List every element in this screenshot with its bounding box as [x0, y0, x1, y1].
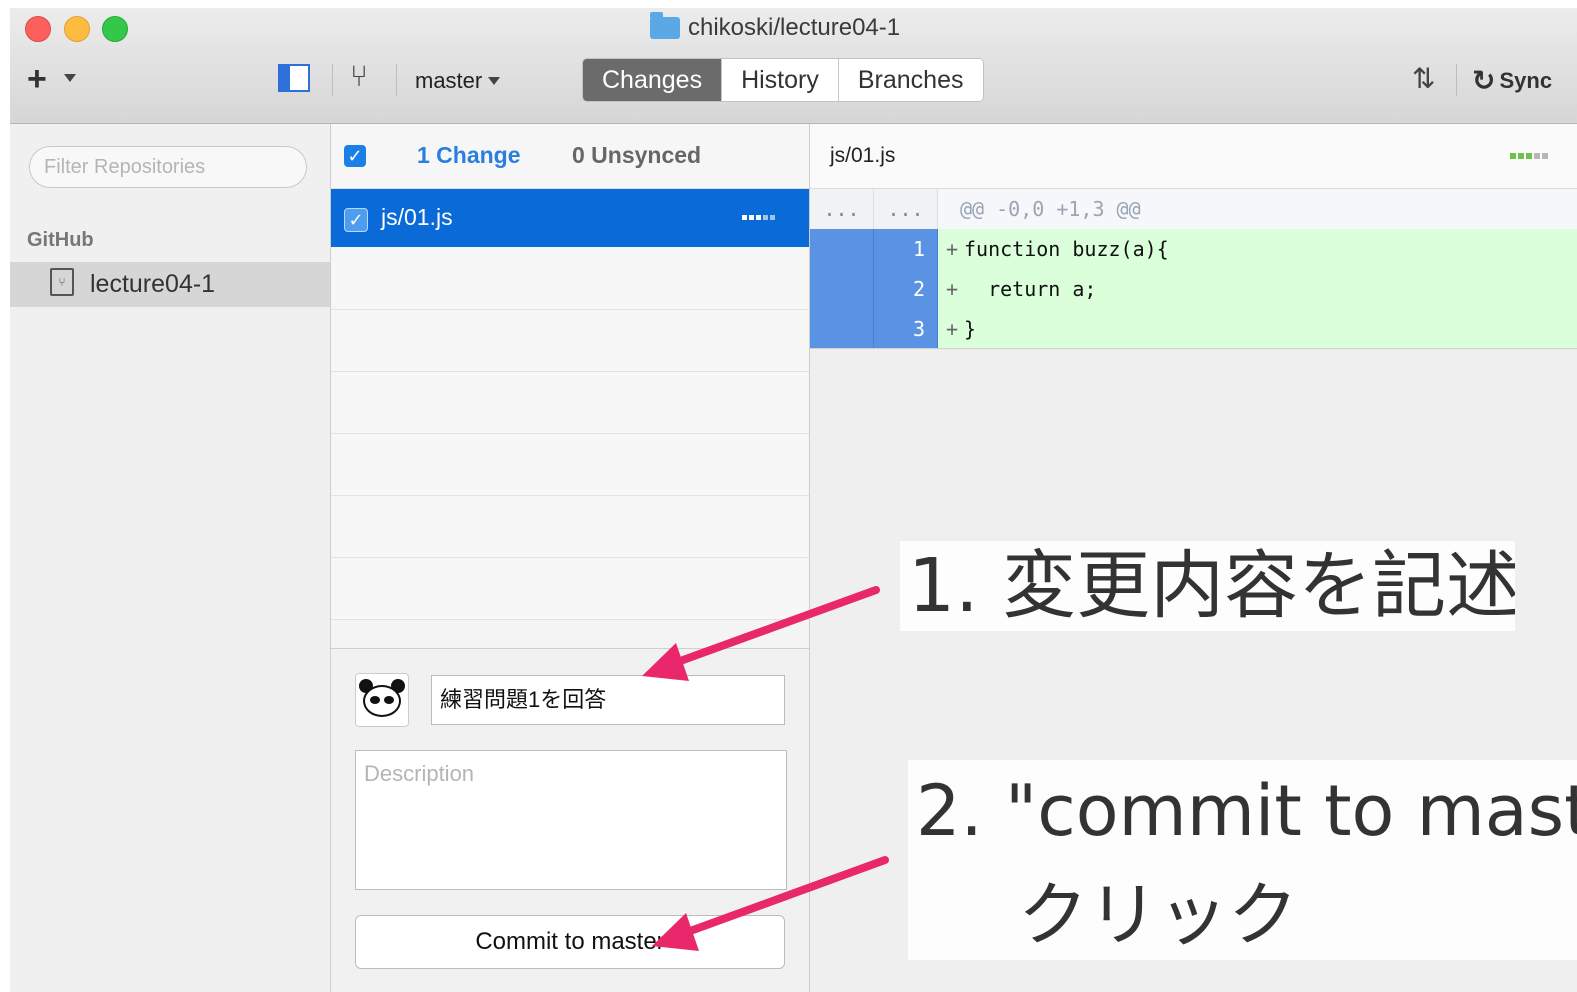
filter-repositories-input[interactable]: Filter Repositories: [29, 146, 307, 188]
diff-table: ... ... @@ -0,0 +1,3 @@ 1 + function buzz…: [810, 189, 1577, 349]
panda-eye: [370, 696, 380, 704]
file-checkbox[interactable]: ✓: [344, 208, 368, 232]
sync-icon: ↻: [1472, 65, 1496, 96]
diff-line-content: + function buzz(a){: [938, 229, 1577, 269]
annotation-step-2-line-1: 2. "commit to maste: [916, 770, 1577, 852]
commit-description-input[interactable]: Description: [355, 750, 787, 890]
chevron-down-icon: [488, 77, 501, 85]
diff-divider: [810, 348, 1577, 349]
new-line-number: 3: [874, 309, 938, 349]
empty-row: [331, 496, 809, 558]
new-line-number: 1: [874, 229, 938, 269]
diff-line[interactable]: 1 + function buzz(a){: [810, 229, 1577, 269]
changed-file-name: js/01.js: [381, 204, 453, 230]
diff-line[interactable]: 3 +}: [810, 309, 1577, 349]
old-line-gutter: ...: [810, 189, 874, 229]
repo-icon: ⑂: [50, 268, 74, 296]
create-branch-icon[interactable]: ⑂: [350, 60, 368, 94]
close-window-button[interactable]: [25, 16, 51, 42]
window-title: chikoski/lecture04-1: [650, 12, 901, 42]
panda-eye: [384, 696, 394, 704]
annotation-step-1: 1. 変更内容を記述: [900, 541, 1515, 631]
empty-row: [331, 434, 809, 496]
hunk-header-row: ... ... @@ -0,0 +1,3 @@: [810, 189, 1577, 229]
changes-count[interactable]: 1 Change: [417, 142, 521, 169]
new-line-number: 2: [874, 269, 938, 309]
toolbar-divider: [1456, 64, 1457, 96]
old-line-number: [810, 269, 874, 309]
diff-line-content: +}: [938, 309, 1577, 349]
commit-button[interactable]: Commit to master: [355, 915, 785, 969]
chevron-down-icon[interactable]: [64, 74, 76, 82]
view-tabs: Changes History Branches: [582, 58, 984, 102]
toolbar-divider: [396, 64, 397, 96]
minimize-window-button[interactable]: [64, 16, 90, 42]
empty-row: [331, 310, 809, 372]
branch-selector[interactable]: master: [415, 68, 501, 94]
diff-line[interactable]: 2 + return a;: [810, 269, 1577, 309]
repo-name: lecture04-1: [90, 270, 216, 298]
added-marker: +: [946, 317, 959, 341]
maximize-window-button[interactable]: [102, 16, 128, 42]
pull-request-icon[interactable]: ⇅: [1412, 62, 1435, 95]
code-text: function buzz(a){: [964, 237, 1169, 261]
commit-form: 練習問題1を回答 Description Commit to master: [331, 648, 809, 992]
old-line-number: [810, 229, 874, 269]
select-all-checkbox[interactable]: ✓: [344, 145, 366, 167]
changes-header: ✓ 1 Change 0 Unsynced: [331, 124, 809, 189]
tab-history[interactable]: History: [722, 59, 839, 101]
diff-line-content: + return a;: [938, 269, 1577, 309]
hunk-header: @@ -0,0 +1,3 @@: [960, 197, 1141, 221]
branch-name: master: [415, 68, 483, 93]
empty-row: [331, 372, 809, 434]
panda-face: [363, 685, 401, 717]
diff-stat-indicator: [742, 215, 775, 220]
sync-button[interactable]: ↻ Sync: [1472, 64, 1552, 97]
diff-header: js/01.js: [810, 124, 1577, 189]
toolbar-divider: [332, 64, 333, 96]
avatar: [355, 673, 409, 727]
sidebar-item-lecture04-1[interactable]: ⑂ lecture04-1: [10, 262, 330, 307]
annotation-step-2: 2. "commit to maste クリック: [908, 760, 1577, 960]
new-line-gutter: ...: [874, 189, 938, 229]
sidebar-section-github: GitHub: [27, 229, 94, 251]
tab-changes[interactable]: Changes: [583, 59, 723, 101]
diff-stat-indicator: [1510, 153, 1548, 159]
sidebar-toggle-icon[interactable]: [278, 64, 310, 92]
commit-summary-input[interactable]: 練習問題1を回答: [431, 675, 785, 725]
added-marker: +: [946, 277, 959, 301]
add-repository-button[interactable]: +: [27, 62, 47, 96]
changes-panel: ✓ 1 Change 0 Unsynced ✓ js/01.js 練習問題1を回…: [331, 124, 810, 992]
window-title-text: chikoski/lecture04-1: [688, 14, 901, 41]
tab-branches[interactable]: Branches: [839, 59, 983, 101]
folder-icon: [650, 12, 680, 39]
sync-label: Sync: [1499, 67, 1553, 93]
code-text: }: [964, 317, 977, 341]
annotation-step-2-line-2: クリック: [1018, 874, 1298, 956]
old-line-number: [810, 309, 874, 349]
changed-file-row[interactable]: ✓ js/01.js: [331, 189, 809, 247]
unsynced-count[interactable]: 0 Unsynced: [572, 142, 701, 169]
empty-row: [331, 558, 809, 620]
repository-sidebar: Filter Repositories GitHub ⑂ lecture04-1: [10, 124, 331, 992]
diff-file-name: js/01.js: [830, 144, 896, 167]
code-text: return a;: [964, 277, 1097, 301]
toolbar: chikoski/lecture04-1 + ⑂ master Changes …: [10, 8, 1577, 124]
added-marker: +: [946, 237, 959, 261]
empty-row: [331, 248, 809, 310]
